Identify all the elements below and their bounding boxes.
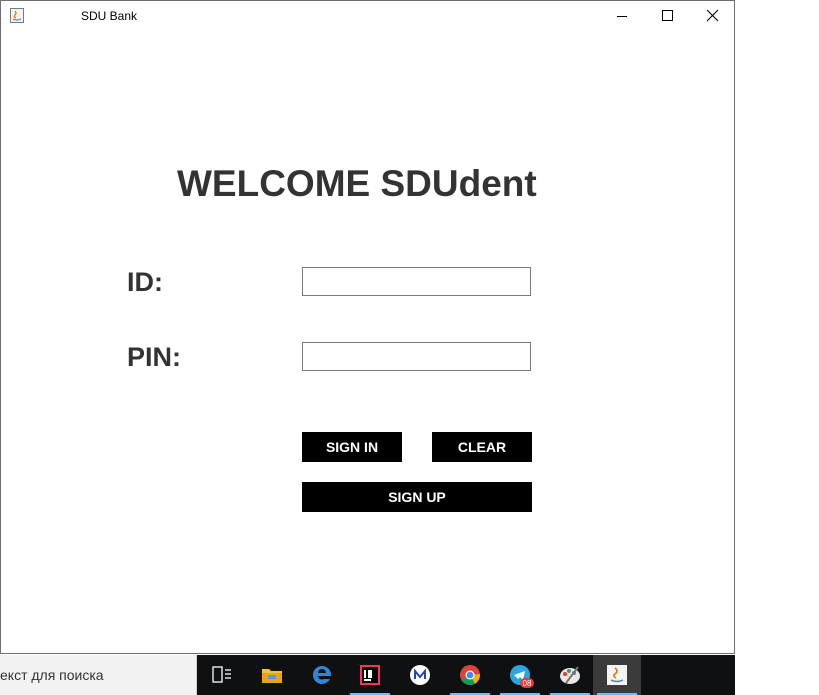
edge-icon	[312, 665, 332, 684]
app-circle-button[interactable]	[396, 655, 444, 695]
telegram-button[interactable]: 08	[496, 655, 544, 695]
taskbar: екст для поиска 08	[0, 655, 735, 695]
close-icon	[706, 9, 719, 22]
pin-label: PIN:	[127, 342, 181, 372]
task-view-icon	[212, 666, 231, 683]
task-view-button[interactable]	[198, 655, 246, 695]
pin-input[interactable]	[302, 342, 531, 371]
minimize-button[interactable]	[599, 1, 645, 31]
paint-icon	[560, 666, 580, 684]
chrome-button[interactable]	[446, 655, 494, 695]
title-bar[interactable]: SDU Bank	[1, 1, 734, 31]
minimize-icon	[617, 16, 627, 17]
sign-up-button[interactable]: SIGN UP	[302, 482, 532, 512]
java-app-icon	[10, 8, 24, 23]
file-explorer-icon	[262, 669, 282, 683]
welcome-heading: WELCOME SDUdent	[177, 163, 537, 204]
app-circle-icon	[410, 665, 430, 685]
paint-button[interactable]	[546, 655, 594, 695]
maximize-button[interactable]	[644, 1, 690, 31]
clear-button[interactable]: CLEAR	[432, 432, 532, 462]
id-input[interactable]	[302, 267, 531, 296]
intellij-button[interactable]	[346, 655, 394, 695]
intellij-icon	[360, 665, 380, 685]
search-placeholder: екст для поиска	[0, 667, 104, 683]
maximize-icon	[662, 10, 673, 21]
chrome-icon	[460, 665, 480, 685]
telegram-icon: 08	[510, 665, 534, 688]
sign-in-button[interactable]: SIGN IN	[302, 432, 402, 462]
telegram-badge: 08	[523, 679, 532, 688]
file-explorer-button[interactable]	[248, 655, 296, 695]
app-window: SDU Bank WELCOME SDUdent ID: PIN: SIGN I…	[0, 0, 735, 654]
id-label: ID:	[127, 267, 163, 297]
taskbar-search[interactable]: екст для поиска	[0, 655, 197, 695]
window-title: SDU Bank	[81, 9, 138, 23]
java-icon	[607, 665, 627, 685]
java-taskbar-button[interactable]	[593, 655, 641, 695]
edge-button[interactable]	[298, 655, 346, 695]
close-button[interactable]	[689, 1, 735, 31]
